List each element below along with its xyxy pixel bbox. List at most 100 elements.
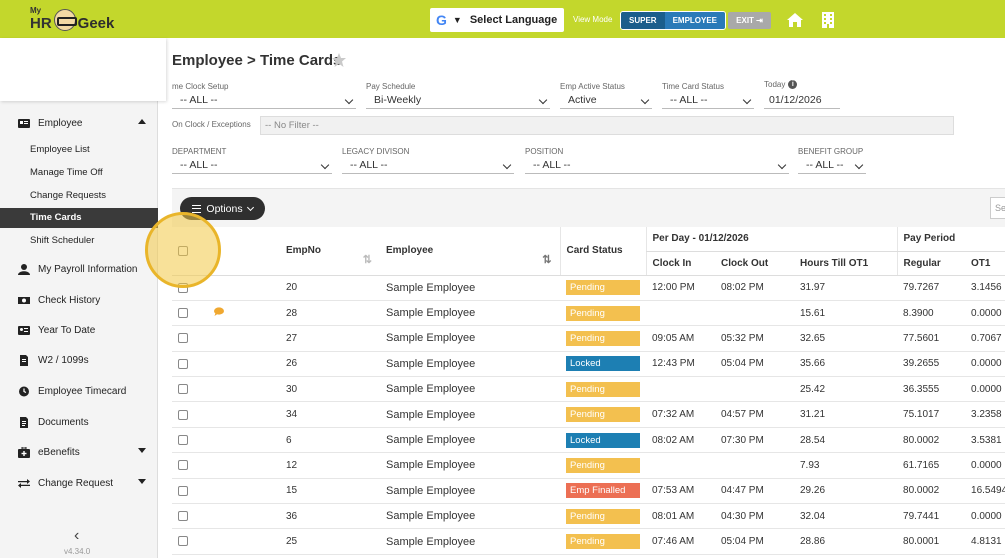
cell-clock-in: 12:43 PM bbox=[646, 351, 715, 378]
view-mode-toggle: SUPER EMPLOYEE bbox=[620, 11, 727, 30]
row-note-cell bbox=[208, 503, 280, 530]
row-note-cell bbox=[208, 376, 280, 403]
comment-icon[interactable] bbox=[214, 307, 224, 317]
sidebar-item-my-payroll[interactable]: My Payroll Information bbox=[0, 258, 158, 280]
today-label-text: Today bbox=[764, 80, 786, 89]
sidebar-item-label: My Payroll Information bbox=[38, 263, 138, 275]
status-badge: Pending bbox=[566, 508, 640, 524]
collapse-sidebar-icon[interactable]: ‹ bbox=[74, 527, 79, 545]
table-row[interactable]: 30 Sample Employee Pending 25.42 36.3555 0.00… bbox=[172, 376, 1005, 403]
row-checkbox[interactable] bbox=[178, 434, 188, 445]
time-card-status-select[interactable]: -- ALL -- bbox=[662, 93, 754, 109]
sidebar-item-label: Documents bbox=[38, 416, 89, 428]
row-checkbox[interactable] bbox=[178, 282, 188, 293]
sort-icon[interactable]: ⇅ bbox=[363, 253, 372, 266]
grid-search-input[interactable]: Se bbox=[990, 197, 1005, 219]
sidebar-item-check-history[interactable]: Check History bbox=[0, 289, 158, 311]
today-date-input[interactable]: 01/12/2026 bbox=[764, 93, 840, 109]
app-logo[interactable]: My HR Geek bbox=[30, 6, 114, 32]
row-checkbox[interactable] bbox=[178, 485, 188, 496]
legacy-division-value: -- ALL -- bbox=[350, 159, 388, 171]
column-header-ot1[interactable]: OT1 bbox=[965, 251, 1005, 276]
emp-active-status-select[interactable]: Active bbox=[560, 93, 652, 109]
time-clock-setup-select[interactable]: -- ALL -- bbox=[172, 93, 356, 109]
cell-empno: 36 bbox=[280, 503, 380, 530]
sidebar-item-w2[interactable]: W2 / 1099s bbox=[0, 349, 158, 371]
select-all-checkbox[interactable] bbox=[178, 245, 188, 256]
sidebar-subitem-shift-scheduler[interactable]: Shift Scheduler bbox=[0, 231, 158, 251]
row-checkbox[interactable] bbox=[178, 460, 188, 471]
table-row[interactable]: 36 Sample Employee Pending 08:01 AM 04:30 PM… bbox=[172, 503, 1005, 530]
cell-regular: 80.0001 bbox=[897, 528, 966, 555]
cell-empno: 27 bbox=[280, 325, 380, 352]
sidebar-item-employee[interactable]: Employee bbox=[0, 112, 158, 134]
table-row[interactable]: 6 Sample Employee Locked 08:02 AM 07:30 PM 28… bbox=[172, 427, 1005, 454]
column-header-employee-label: Employee bbox=[386, 245, 434, 257]
cell-clock-out: 04:30 PM bbox=[715, 503, 794, 530]
exit-arrow-icon: ⇥ bbox=[756, 16, 763, 25]
column-header-hours-till-ot1[interactable]: Hours Till OT1 bbox=[794, 251, 898, 276]
sort-icon[interactable]: ⇅ bbox=[542, 253, 551, 266]
row-checkbox[interactable] bbox=[178, 307, 188, 318]
options-button[interactable]: Options bbox=[180, 197, 265, 220]
column-header-empno[interactable]: EmpNo ⇅ bbox=[280, 227, 380, 276]
position-select[interactable]: -- ALL -- bbox=[525, 158, 789, 174]
cell-employee: Sample Employee bbox=[380, 401, 560, 428]
benefit-group-select[interactable]: -- ALL -- bbox=[798, 158, 866, 174]
column-header-clock-out[interactable]: Clock Out bbox=[715, 251, 794, 276]
column-header-employee[interactable]: Employee ⇅ bbox=[380, 227, 560, 276]
table-row[interactable]: 34 Sample Employee Pending 07:32 AM 04:57 PM… bbox=[172, 401, 1005, 428]
sidebar-item-year-to-date[interactable]: Year To Date bbox=[0, 319, 158, 341]
language-selector[interactable]: G ▼ Select Language bbox=[430, 8, 564, 32]
table-row[interactable]: 20 Sample Employee Pending 12:00 PM 08:02 PM… bbox=[172, 275, 1005, 301]
mode-super-button[interactable]: SUPER bbox=[621, 12, 665, 29]
column-header-regular[interactable]: Regular bbox=[896, 251, 966, 276]
row-checkbox[interactable] bbox=[178, 333, 188, 344]
mode-employee-button[interactable]: EMPLOYEE bbox=[664, 12, 726, 29]
table-row[interactable]: 26 Sample Employee Locked 12:43 PM 05:04 PM 3… bbox=[172, 351, 1005, 378]
row-checkbox[interactable] bbox=[178, 409, 188, 420]
sidebar-subitem-employee-list[interactable]: Employee List bbox=[0, 140, 158, 160]
sidebar-item-employee-timecard[interactable]: Employee Timecard bbox=[0, 380, 158, 402]
sidebar-item-documents[interactable]: Documents bbox=[0, 411, 158, 433]
cell-ot1: 3.5381 bbox=[965, 427, 1005, 454]
info-icon[interactable]: i bbox=[788, 80, 798, 90]
row-select-cell bbox=[172, 376, 208, 403]
on-clock-filter-input[interactable]: -- No Filter -- bbox=[260, 116, 954, 135]
department-select[interactable]: -- ALL -- bbox=[172, 158, 332, 174]
row-checkbox[interactable] bbox=[178, 358, 188, 369]
table-row[interactable]: 12 Sample Employee Pending 7.93 61.7165 0.000… bbox=[172, 452, 1005, 479]
chevron-down-icon bbox=[502, 160, 512, 170]
column-header-clock-in[interactable]: Clock In bbox=[645, 251, 715, 276]
position-value: -- ALL -- bbox=[533, 159, 571, 171]
sidebar-subitem-time-cards[interactable]: Time Cards bbox=[0, 208, 158, 228]
table-row[interactable]: 27 Sample Employee Pending 09:05 AM 05:32 PM… bbox=[172, 325, 1005, 352]
row-checkbox[interactable] bbox=[178, 511, 188, 522]
favorite-star-icon[interactable] bbox=[331, 52, 347, 68]
chevron-down-icon bbox=[344, 95, 354, 105]
table-row[interactable]: 25 Sample Employee Pending 07:46 AM 05:04 PM… bbox=[172, 528, 1005, 555]
table-row[interactable]: 15 Sample Employee Emp Finalled 07:53 AM 04:… bbox=[172, 478, 1005, 505]
row-checkbox[interactable] bbox=[178, 536, 188, 547]
cell-clock-in: 12:00 PM bbox=[646, 275, 715, 301]
building-icon[interactable] bbox=[822, 12, 834, 28]
row-select-cell bbox=[172, 528, 208, 555]
legacy-division-select[interactable]: -- ALL -- bbox=[342, 158, 514, 174]
sidebar-item-change-request[interactable]: Change Request bbox=[0, 472, 158, 494]
row-note-cell bbox=[208, 275, 280, 301]
benefit-group-label: BENEFIT GROUP bbox=[798, 147, 864, 156]
column-header-card-status[interactable]: Card Status bbox=[559, 227, 646, 276]
sidebar-subitem-change-requests[interactable]: Change Requests bbox=[0, 186, 158, 206]
time-clock-setup-value: -- ALL -- bbox=[180, 94, 218, 106]
pay-schedule-select[interactable]: Bi-Weekly bbox=[366, 93, 550, 109]
status-badge: Pending bbox=[566, 407, 640, 423]
benefit-group-value: -- ALL -- bbox=[806, 159, 844, 171]
cell-ot1: 16.5494 bbox=[965, 478, 1005, 505]
table-row[interactable]: 28 Sample Employee Pending 15.61 8.3900 0.000… bbox=[172, 300, 1005, 327]
department-value: -- ALL -- bbox=[180, 159, 218, 171]
sidebar-item-ebenefits[interactable]: eBenefits bbox=[0, 441, 158, 463]
exit-button[interactable]: EXIT ⇥ bbox=[728, 12, 771, 29]
row-checkbox[interactable] bbox=[178, 384, 188, 395]
sidebar-subitem-manage-time-off[interactable]: Manage Time Off bbox=[0, 163, 158, 183]
home-icon[interactable] bbox=[786, 12, 804, 28]
